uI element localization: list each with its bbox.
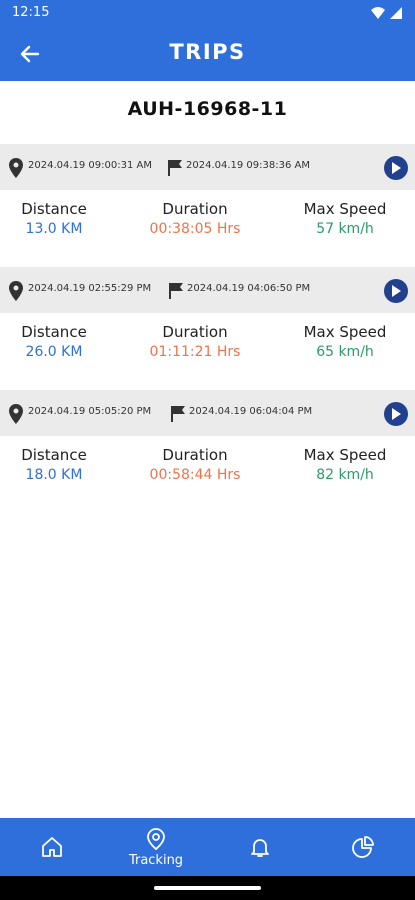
distance-value: 13.0 KM [25,221,83,237]
max-speed-label: Max Speed [303,446,387,464]
nav-notifications[interactable] [235,818,285,876]
duration-value: 00:58:44 Hrs [149,467,241,483]
location-pin-icon [9,158,23,178]
play-icon [392,408,401,420]
play-trip-button[interactable] [384,279,408,303]
max-speed-label: Max Speed [303,200,387,218]
trip-end-time: 2024.04.19 04:06:50 PM [187,283,311,294]
max-speed-stat: Max Speed 57 km/h [276,200,414,237]
distance-stat: Distance 18.0 KM [0,446,123,483]
system-navigation-area [0,876,415,900]
trip-header: 2024.04.19 05:05:20 PM 2024.04.19 06:04:… [0,390,415,436]
bottom-navigation: Tracking [0,818,415,876]
nav-tracking-label: Tracking [128,852,184,868]
trip-start-time: 2024.04.19 05:05:20 PM [28,406,152,417]
nav-tracking[interactable]: Tracking [115,818,197,876]
play-icon [392,285,401,297]
duration-stat: Duration 00:38:05 Hrs [126,200,264,237]
duration-label: Duration [162,200,228,218]
max-speed-stat: Max Speed 65 km/h [276,323,414,360]
distance-stat: Distance 26.0 KM [0,323,123,360]
duration-stat: Duration 00:58:44 Hrs [126,446,264,483]
trip-card: 2024.04.19 09:00:31 AM 2024.04.19 09:38:… [0,144,415,256]
flag-icon [169,283,183,299]
duration-label: Duration [162,446,228,464]
flag-icon [171,406,185,422]
play-trip-button[interactable] [384,156,408,180]
flag-icon [168,160,182,176]
wifi-icon [371,7,385,19]
distance-label: Distance [21,323,87,341]
vehicle-plate: AUH-16968-11 [127,98,288,120]
trip-start-time: 2024.04.19 09:00:31 AM [28,160,152,171]
trip-card: 2024.04.19 02:55:29 PM 2024.04.19 04:06:… [0,267,415,379]
max-speed-label: Max Speed [303,323,387,341]
app-bar: TRIPS [0,28,415,81]
duration-value: 01:11:21 Hrs [149,344,241,360]
max-speed-stat: Max Speed 82 km/h [276,446,414,483]
page-title: TRIPS [169,40,246,64]
distance-value: 26.0 KM [25,344,83,360]
play-icon [392,162,401,174]
duration-value: 00:38:05 Hrs [149,221,241,237]
duration-label: Duration [162,323,228,341]
status-time: 12:15 [12,5,50,20]
distance-stat: Distance 13.0 KM [0,200,123,237]
distance-label: Distance [21,200,87,218]
location-pin-icon [147,827,165,850]
distance-value: 18.0 KM [25,467,83,483]
pie-chart-icon [352,836,374,858]
location-pin-icon [9,281,23,301]
play-trip-button[interactable] [384,402,408,426]
bell-icon [251,839,269,857]
nav-home[interactable] [27,818,77,876]
duration-stat: Duration 01:11:21 Hrs [126,323,264,360]
home-gesture-handle[interactable] [154,886,261,890]
trip-end-time: 2024.04.19 09:38:36 AM [186,160,310,171]
home-icon [42,837,62,857]
trip-start-time: 2024.04.19 02:55:29 PM [28,283,152,294]
status-bar: 12:15 [0,0,415,28]
trip-header: 2024.04.19 09:00:31 AM 2024.04.19 09:38:… [0,144,415,190]
location-pin-icon [9,404,23,424]
max-speed-value: 57 km/h [316,221,374,237]
trip-card: 2024.04.19 05:05:20 PM 2024.04.19 06:04:… [0,390,415,502]
trip-header: 2024.04.19 02:55:29 PM 2024.04.19 04:06:… [0,267,415,313]
nav-reports[interactable] [338,818,388,876]
cellular-signal-icon [390,7,402,19]
trip-end-time: 2024.04.19 06:04:04 PM [189,406,313,417]
distance-label: Distance [21,446,87,464]
max-speed-value: 65 km/h [316,344,374,360]
max-speed-value: 82 km/h [316,467,374,483]
status-icons [371,6,403,20]
